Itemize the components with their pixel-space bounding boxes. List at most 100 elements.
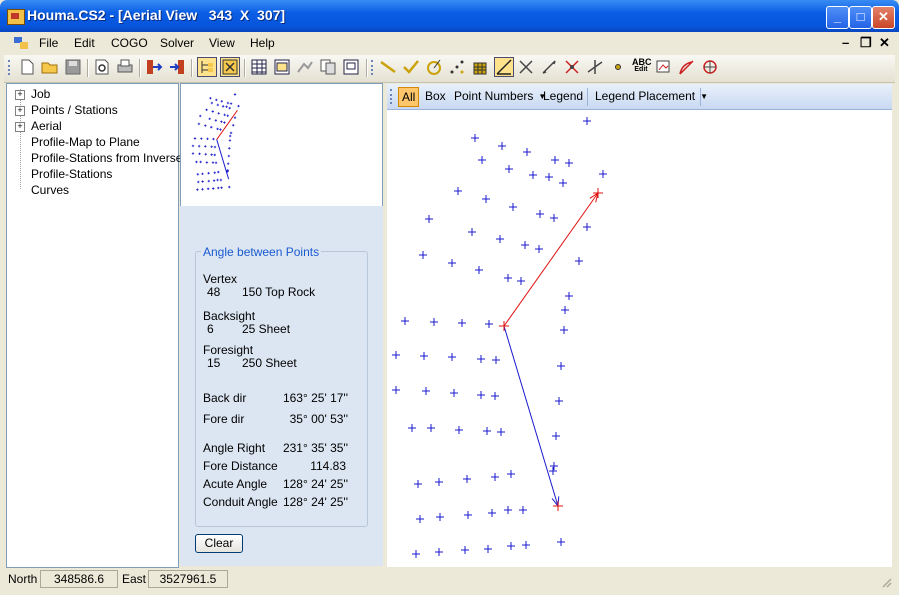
maximize-button[interactable]: □ <box>849 6 872 29</box>
angle-tool-icon[interactable] <box>494 57 514 77</box>
survey-point[interactable] <box>477 391 485 399</box>
overview-plot[interactable] <box>181 84 382 206</box>
survey-point[interactable] <box>435 548 443 556</box>
survey-point[interactable] <box>557 538 565 546</box>
survey-point[interactable] <box>484 545 492 553</box>
new-file-icon[interactable] <box>18 58 36 76</box>
survey-point[interactable] <box>412 550 420 558</box>
point-marker-icon[interactable] <box>609 58 627 76</box>
table-grid-icon[interactable] <box>250 58 268 76</box>
close-button[interactable]: ✕ <box>872 6 895 29</box>
survey-point[interactable] <box>463 475 471 483</box>
save-icon[interactable] <box>64 58 82 76</box>
overview-thumbnail[interactable] <box>180 83 383 207</box>
survey-point[interactable] <box>475 266 483 274</box>
survey-point[interactable] <box>454 187 462 195</box>
aerial-view-icon[interactable] <box>220 57 240 77</box>
image-edit-icon[interactable] <box>655 58 673 76</box>
abc-edit-icon[interactable]: ABC Edit <box>632 58 652 76</box>
child-minimize-button[interactable]: – <box>842 35 849 50</box>
intersect-tool-icon[interactable] <box>563 58 581 76</box>
survey-point[interactable] <box>565 292 573 300</box>
menu-view[interactable]: View <box>209 36 235 50</box>
survey-point[interactable] <box>464 511 472 519</box>
survey-point[interactable] <box>408 424 416 432</box>
survey-point[interactable] <box>478 156 486 164</box>
survey-point[interactable] <box>458 319 466 327</box>
clear-button[interactable]: Clear <box>195 534 243 553</box>
point-numbers-dropdown[interactable]: Point Numbers ▼ <box>454 89 546 103</box>
survey-point[interactable] <box>422 387 430 395</box>
survey-point[interactable] <box>507 542 515 550</box>
aerial-canvas[interactable] <box>387 110 892 567</box>
survey-point[interactable] <box>552 432 560 440</box>
survey-point[interactable] <box>550 462 558 470</box>
survey-point[interactable] <box>565 159 573 167</box>
survey-point[interactable] <box>483 427 491 435</box>
window-icon[interactable] <box>273 58 291 76</box>
app-icon[interactable] <box>7 9 25 25</box>
survey-point[interactable] <box>549 467 557 475</box>
import-icon[interactable] <box>145 58 163 76</box>
survey-point[interactable] <box>521 241 529 249</box>
survey-point[interactable] <box>492 356 500 364</box>
survey-point[interactable] <box>517 277 525 285</box>
survey-point[interactable] <box>536 210 544 218</box>
survey-point[interactable] <box>448 259 456 267</box>
menu-edit[interactable]: Edit <box>74 36 95 50</box>
minimize-button[interactable]: _ <box>826 6 849 29</box>
survey-point[interactable] <box>599 170 607 178</box>
child-close-button[interactable]: ✕ <box>879 35 890 51</box>
survey-point[interactable] <box>420 352 428 360</box>
survey-point[interactable] <box>427 424 435 432</box>
resize-grip-icon[interactable] <box>880 576 892 588</box>
line-tool-icon[interactable] <box>379 58 397 76</box>
survey-point[interactable] <box>583 223 591 231</box>
menu-cogo[interactable]: COGO <box>111 36 148 50</box>
cogo-tool-icon[interactable] <box>425 58 443 76</box>
menu-file[interactable]: File <box>39 36 58 50</box>
survey-point[interactable] <box>555 397 563 405</box>
expand-plus-icon[interactable]: + <box>15 106 25 116</box>
survey-point[interactable] <box>496 235 504 243</box>
cross-tool-icon[interactable] <box>517 58 535 76</box>
menu-help[interactable]: Help <box>250 36 275 50</box>
project-tree[interactable]: + Job + Points / Stations + Aerial Profi… <box>6 83 182 568</box>
dimension-tool-icon[interactable] <box>540 58 558 76</box>
aerial-toolbar-grip[interactable] <box>390 89 395 104</box>
survey-point[interactable] <box>551 156 559 164</box>
curve-tool-icon[interactable] <box>678 58 696 76</box>
screen-icon[interactable] <box>342 58 360 76</box>
survey-point[interactable] <box>505 165 513 173</box>
expand-plus-icon[interactable]: + <box>15 122 25 132</box>
survey-point[interactable] <box>401 317 409 325</box>
survey-point[interactable] <box>491 473 499 481</box>
survey-point[interactable] <box>425 215 433 223</box>
survey-point[interactable] <box>485 320 493 328</box>
survey-point[interactable] <box>575 257 583 265</box>
survey-point[interactable] <box>491 392 499 400</box>
survey-point[interactable] <box>416 515 424 523</box>
survey-point[interactable] <box>477 355 485 363</box>
survey-point[interactable] <box>414 480 422 488</box>
survey-point[interactable] <box>482 195 490 203</box>
all-button[interactable]: All <box>398 87 420 107</box>
survey-point[interactable] <box>450 389 458 397</box>
survey-point[interactable] <box>461 546 469 554</box>
export-icon[interactable] <box>168 58 186 76</box>
survey-point[interactable] <box>430 318 438 326</box>
survey-point[interactable] <box>557 362 565 370</box>
survey-point[interactable] <box>509 203 517 211</box>
perpendicular-tool-icon[interactable] <box>586 58 604 76</box>
survey-point[interactable] <box>559 179 567 187</box>
draw-lines-icon[interactable] <box>296 58 314 76</box>
survey-point[interactable] <box>497 428 505 436</box>
child-window-icon[interactable] <box>14 37 28 49</box>
survey-point[interactable] <box>436 513 444 521</box>
expand-plus-icon[interactable]: + <box>15 90 25 100</box>
survey-point[interactable] <box>550 214 558 222</box>
box-button[interactable]: Box <box>425 89 446 103</box>
backsight-point[interactable] <box>593 188 603 198</box>
vertex-point[interactable] <box>499 321 509 331</box>
tree-view-icon[interactable] <box>197 57 217 77</box>
